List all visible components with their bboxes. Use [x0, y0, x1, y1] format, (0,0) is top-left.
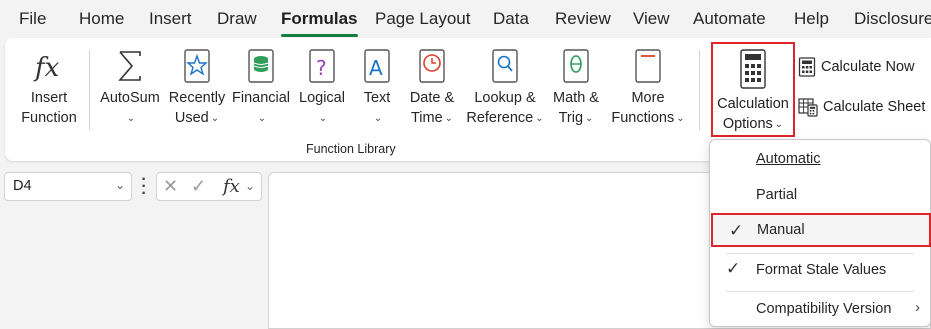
tab-view[interactable]: View [633, 9, 670, 29]
chevron-down-icon: ⌄ [676, 113, 685, 124]
tab-draw[interactable]: Draw [217, 9, 257, 29]
magnifier-book-icon [483, 44, 527, 88]
calculate-sheet-button[interactable]: Calculate Sheet [798, 94, 925, 120]
tab-page-layout[interactable]: Page Layout [375, 9, 470, 29]
recently-used-button[interactable]: Recently Used ⌄ [165, 44, 229, 136]
tab-file[interactable]: File [19, 9, 46, 29]
calculate-now-button[interactable]: Calculate Now [798, 54, 915, 80]
menu-item-format-stale-values[interactable]: ✓ Format Stale Values [710, 253, 930, 287]
calculation-options-menu: Automatic Partial ✓ Manual ✓ Format Stal… [709, 139, 931, 327]
theta-book-icon [554, 44, 598, 88]
chevron-down-icon: ⌄ [257, 113, 267, 124]
sheet-calculator-icon [798, 98, 818, 117]
svg-text:A: A [369, 56, 383, 80]
calculator-small-icon [798, 57, 816, 77]
clock-book-icon [410, 44, 454, 88]
svg-text:fx: fx [33, 53, 60, 83]
group-label-function-library: Function Library [306, 142, 396, 156]
chevron-down-icon: ⌄ [585, 113, 594, 124]
tab-review[interactable]: Review [555, 9, 611, 29]
tab-automate[interactable]: Automate [693, 9, 766, 29]
calculation-options-button[interactable]: Calculation Options ⌄ [711, 42, 795, 137]
insert-function-icon[interactable]: fx [223, 176, 240, 197]
svg-text:?: ? [316, 56, 327, 80]
question-book-icon: ? [300, 44, 344, 88]
name-box[interactable]: D4 ⌄ [4, 172, 132, 201]
menu-item-partial[interactable]: Partial [710, 178, 930, 212]
ribbon-divider [699, 50, 700, 130]
date-time-button[interactable]: Date & Time ⌄ [403, 44, 461, 136]
lookup-reference-button[interactable]: Lookup & Reference ⌄ [465, 44, 545, 136]
chevron-down-icon: ⌄ [318, 113, 328, 124]
chevron-down-icon: ⌄ [535, 113, 544, 124]
enter-check-icon[interactable]: ✓ [191, 176, 206, 197]
more-options-icon[interactable]: · · · [139, 172, 149, 202]
tab-data[interactable]: Data [493, 9, 529, 29]
ribbon-divider [89, 50, 90, 130]
checkmark-icon: ✓ [729, 221, 744, 240]
coins-book-icon [239, 44, 283, 88]
tab-disclosure[interactable]: Disclosure [854, 9, 931, 29]
letter-a-book-icon: A [355, 44, 399, 88]
book-icon [626, 44, 670, 88]
formula-controls: ✕ ✓ fx ⌄ [156, 172, 262, 201]
chevron-down-icon: ⌄ [444, 113, 454, 124]
math-trig-button[interactable]: Math & Trig ⌄ [547, 44, 605, 136]
menu-item-compatibility-version[interactable]: Compatibility Version › [710, 292, 930, 326]
chevron-down-icon: ⌄ [210, 113, 220, 124]
fx-icon: fx [27, 44, 71, 88]
sigma-icon [108, 44, 152, 88]
tab-home[interactable]: Home [79, 9, 124, 29]
insert-function-button[interactable]: fx Insert Function [19, 44, 79, 136]
tab-formulas[interactable]: Formulas [281, 9, 358, 37]
logical-button[interactable]: ? Logical ⌄ [293, 44, 351, 136]
menu-bar: File Home Insert Draw Formulas Page Layo… [0, 0, 931, 38]
star-book-icon [175, 44, 219, 88]
tab-insert[interactable]: Insert [149, 9, 192, 29]
financial-button[interactable]: Financial ⌄ [231, 44, 291, 136]
menu-item-automatic[interactable]: Automatic [710, 142, 930, 176]
chevron-down-icon[interactable]: ⌄ [245, 179, 255, 193]
autosum-button[interactable]: AutoSum ⌄ [97, 44, 163, 136]
chevron-down-icon: ⌄ [114, 178, 125, 192]
chevron-down-icon: ⌄ [126, 113, 136, 124]
tab-help[interactable]: Help [794, 9, 829, 29]
cancel-icon[interactable]: ✕ [163, 176, 178, 197]
calculator-icon [713, 44, 793, 94]
text-button[interactable]: A Text ⌄ [353, 44, 401, 136]
more-functions-button[interactable]: More Functions ⌄ [607, 44, 689, 136]
chevron-down-icon: ⌄ [774, 119, 784, 130]
chevron-down-icon: ⌄ [373, 113, 383, 124]
chevron-right-icon: › [915, 299, 920, 316]
checkmark-icon: ✓ [726, 259, 741, 278]
menu-item-manual[interactable]: ✓ Manual [711, 213, 931, 247]
